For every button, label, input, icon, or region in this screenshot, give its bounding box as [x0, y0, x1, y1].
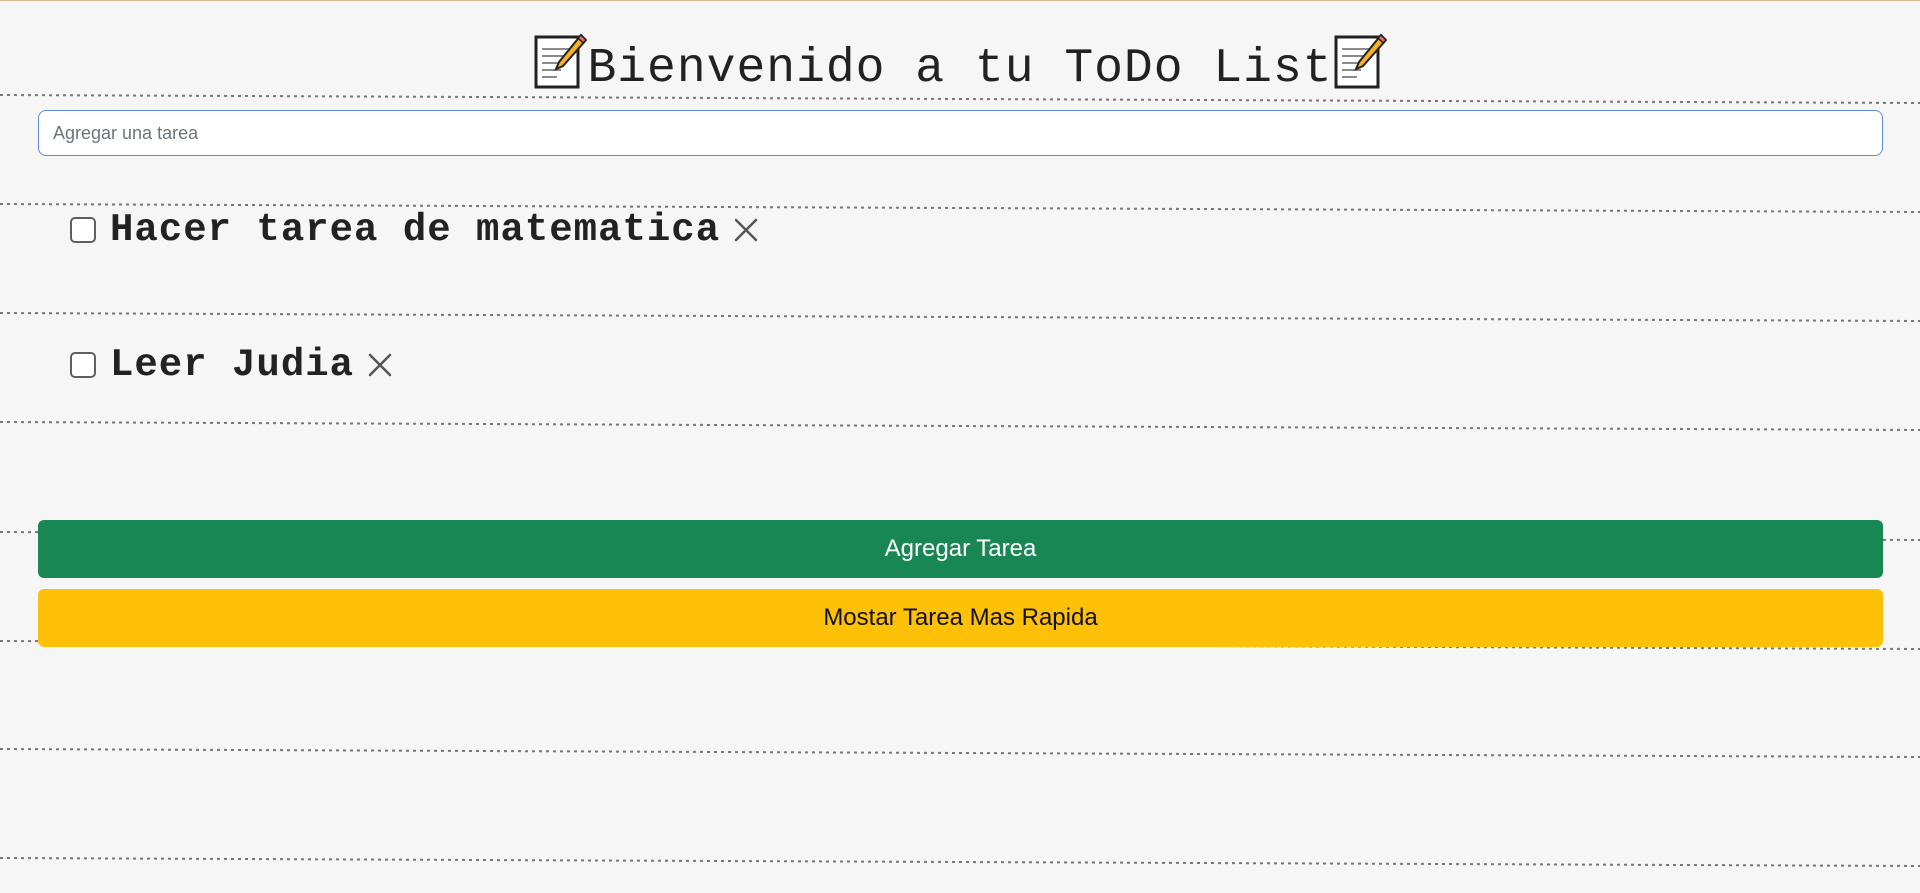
- list-item: Leer Judia: [70, 340, 394, 390]
- show-fastest-task-button[interactable]: Mostar Tarea Mas Rapida: [38, 589, 1883, 647]
- page-title: Bienvenido a tu ToDo List: [0, 33, 1920, 102]
- task-label: Hacer tarea de matematica: [110, 208, 721, 252]
- task-input[interactable]: [38, 110, 1883, 156]
- close-icon[interactable]: [732, 216, 760, 244]
- task-checkbox[interactable]: [70, 217, 96, 243]
- memo-icon: [1333, 33, 1387, 89]
- add-task-button[interactable]: Agregar Tarea: [38, 520, 1883, 578]
- task-label: Leer Judia: [110, 343, 355, 387]
- page-title-text: Bienvenido a tu ToDo List: [587, 42, 1333, 96]
- task-checkbox[interactable]: [70, 352, 96, 378]
- memo-icon: [533, 33, 588, 89]
- list-item: Hacer tarea de matematica: [70, 205, 760, 255]
- close-icon[interactable]: [366, 351, 394, 379]
